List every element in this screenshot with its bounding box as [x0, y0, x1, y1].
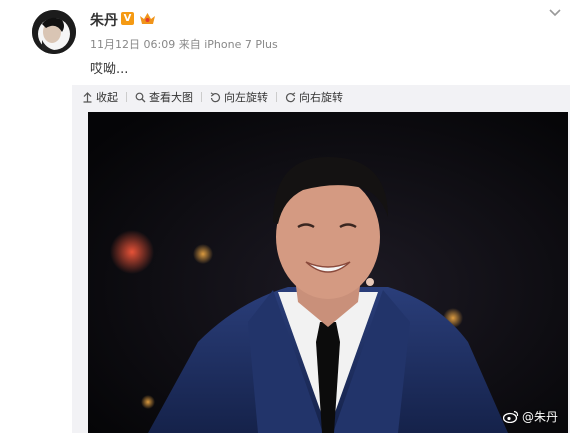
media-toolbar: 收起 查看大图 向左旋转 向右旋转	[82, 90, 343, 104]
post-date[interactable]: 11月12日 06:09	[90, 38, 175, 51]
collapse-label: 收起	[96, 91, 118, 104]
rotate-left-button[interactable]: 向左旋转	[210, 89, 268, 105]
rotate-left-label: 向左旋转	[224, 91, 268, 104]
toolbar-divider	[276, 92, 277, 102]
rotate-left-icon	[210, 91, 221, 102]
author-avatar[interactable]	[32, 10, 76, 54]
source-prefix: 来自	[178, 38, 201, 51]
weibo-logo-icon	[502, 410, 519, 423]
collapse-button[interactable]: 收起	[82, 89, 118, 105]
rotate-right-icon	[285, 91, 296, 102]
verified-badge-icon: V	[121, 12, 134, 25]
arrow-up-icon	[83, 91, 92, 103]
post-photo[interactable]: @朱丹	[88, 112, 568, 433]
toolbar-divider	[126, 92, 127, 102]
post-text: 哎呦...	[90, 62, 129, 77]
toolbar-divider	[201, 92, 202, 102]
member-crown-icon	[139, 11, 156, 26]
view-large-button[interactable]: 查看大图	[135, 89, 193, 105]
post-device[interactable]: iPhone 7 Plus	[204, 38, 278, 51]
view-large-label: 查看大图	[149, 91, 193, 104]
rotate-right-label: 向右旋转	[299, 91, 343, 104]
post-meta: 11月12日 06:09 来自 iPhone 7 Plus	[90, 36, 278, 52]
watermark-text: @朱丹	[521, 410, 558, 424]
photo-illustration	[88, 112, 568, 433]
chevron-down-icon[interactable]	[548, 6, 562, 20]
weibo-watermark: @朱丹	[502, 408, 558, 425]
rotate-right-button[interactable]: 向右旋转	[285, 89, 343, 105]
author-name[interactable]: 朱丹	[90, 10, 118, 30]
search-icon	[135, 92, 146, 102]
